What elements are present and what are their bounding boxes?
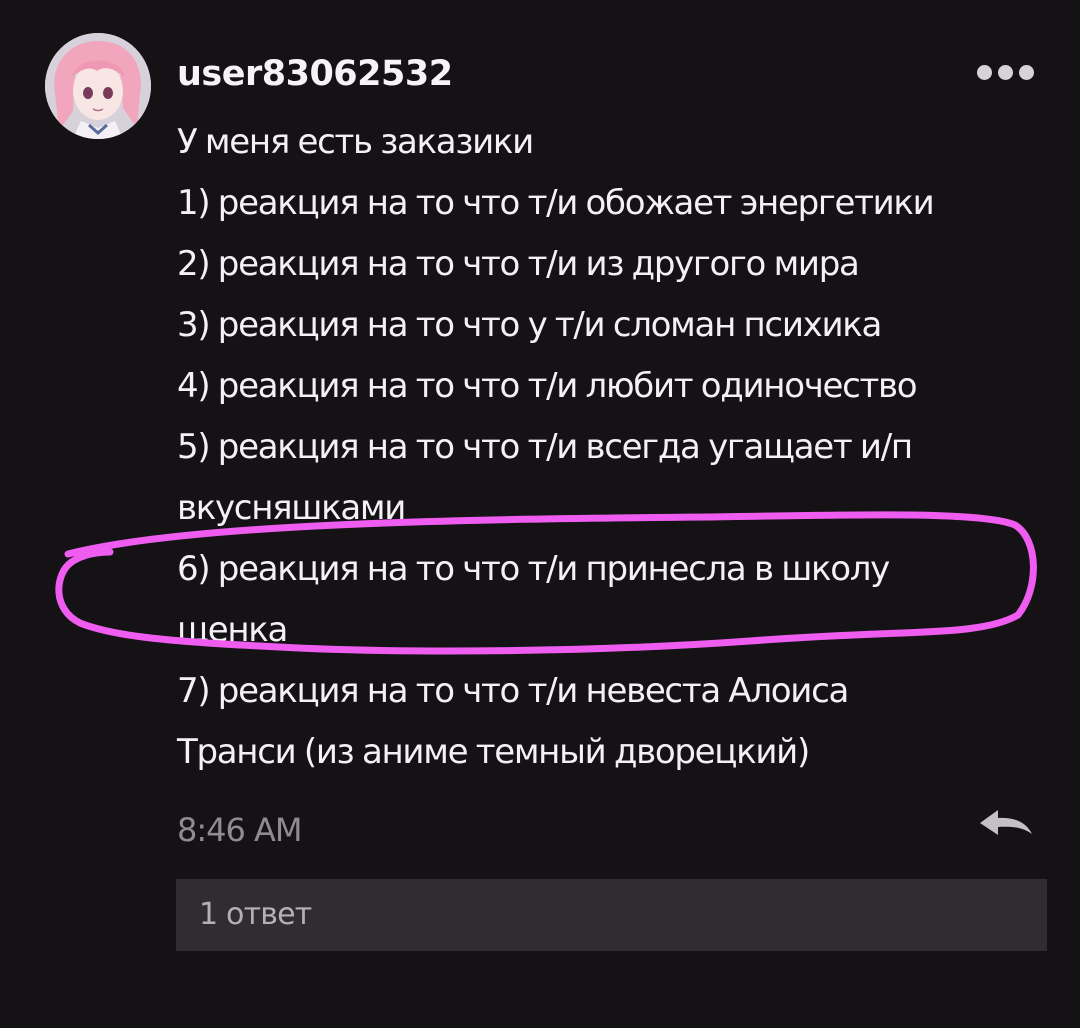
- more-options-button[interactable]: [970, 58, 1040, 86]
- avatar[interactable]: [45, 33, 151, 139]
- comment-line: 2) реакция на то что т/и из другого мира: [177, 244, 860, 284]
- comment-text: У меня есть заказики 1) реакция на то чт…: [177, 112, 1057, 783]
- comment-line: 4) реакция на то что т/и любит одиночест…: [177, 366, 918, 406]
- comment-line: 5) реакция на то что т/и всегда угащает …: [177, 427, 913, 467]
- replies-count-label: 1 ответ: [199, 897, 312, 932]
- comment-line: Транси (из аниме темный дворецкий): [177, 732, 810, 772]
- username[interactable]: user83062532: [177, 52, 453, 96]
- comment-line: 3) реакция на то что у т/и сломан психик…: [177, 305, 882, 345]
- comment-line: 6) реакция на то что т/и принесла в школ…: [177, 549, 890, 589]
- more-dot-icon: [1018, 64, 1034, 80]
- comment-timestamp: 8:46 AM: [177, 811, 303, 849]
- comment-line: У меня есть заказики: [177, 122, 534, 162]
- comment-line: щенка: [177, 610, 288, 650]
- reply-button[interactable]: [972, 803, 1038, 843]
- more-dot-icon: [976, 64, 992, 80]
- comment-line: вкусняшками: [177, 488, 406, 528]
- comment-line: 1) реакция на то что т/и обожает энергет…: [177, 183, 935, 223]
- comment-line: 7) реакция на то что т/и невеста Алоиса: [177, 671, 849, 711]
- view-replies-button[interactable]: 1 ответ: [176, 879, 1047, 951]
- reply-arrow-icon: [980, 810, 1032, 835]
- more-dot-icon: [997, 64, 1013, 80]
